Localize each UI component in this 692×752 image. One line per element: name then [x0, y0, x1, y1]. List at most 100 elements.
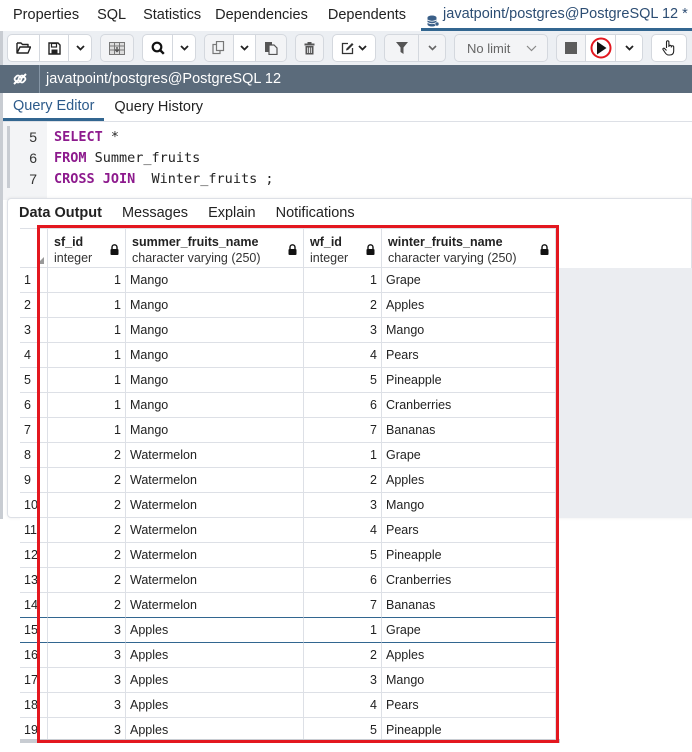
row-number[interactable]: 11: [20, 518, 48, 543]
cell-winter-fruits-name[interactable]: Bananas: [382, 418, 556, 443]
cell-winter-fruits-name[interactable]: Apples: [382, 293, 556, 318]
stop-button[interactable]: [557, 35, 586, 61]
table-row[interactable]: 8 2 Watermelon 1 Grape: [20, 443, 556, 468]
cell-summer-fruits-name[interactable]: Watermelon: [126, 593, 304, 618]
copy-dropdown-button[interactable]: [234, 35, 256, 61]
cell-sf-id[interactable]: 2: [48, 593, 126, 618]
cell-sf-id[interactable]: 3: [48, 693, 126, 718]
cell-summer-fruits-name[interactable]: Apples: [126, 618, 304, 643]
cell-winter-fruits-name[interactable]: Mango: [382, 668, 556, 693]
row-number[interactable]: 16: [20, 643, 48, 668]
cell-summer-fruits-name[interactable]: Mango: [126, 368, 304, 393]
column-header-summer-fruits-name[interactable]: summer_fruits_name character varying (250…: [126, 228, 304, 268]
cell-winter-fruits-name[interactable]: Grape: [382, 268, 556, 293]
filter-button[interactable]: [385, 35, 419, 61]
select-all-corner[interactable]: [20, 228, 48, 268]
cell-wf-id[interactable]: 2: [304, 643, 382, 668]
cell-summer-fruits-name[interactable]: Mango: [126, 268, 304, 293]
tab-query-history[interactable]: Query History: [104, 99, 213, 121]
row-number[interactable]: 18: [20, 693, 48, 718]
cell-wf-id[interactable]: 2: [304, 468, 382, 493]
column-header-winter-fruits-name[interactable]: winter_fruits_name character varying (250…: [382, 228, 556, 268]
cell-winter-fruits-name[interactable]: Cranberries: [382, 393, 556, 418]
table-row[interactable]: 3 1 Mango 3 Mango: [20, 318, 556, 343]
table-row[interactable]: 4 1 Mango 4 Pears: [20, 343, 556, 368]
cell-wf-id[interactable]: 3: [304, 493, 382, 518]
open-file-button[interactable]: [8, 35, 40, 61]
cell-sf-id[interactable]: 1: [48, 318, 126, 343]
column-header-wf-id[interactable]: wf_id integer: [304, 228, 382, 268]
table-row[interactable]: 7 1 Mango 7 Bananas: [20, 418, 556, 443]
cell-wf-id[interactable]: 4: [304, 693, 382, 718]
tab-dependents[interactable]: Dependents: [319, 0, 421, 31]
macros-button[interactable]: [652, 35, 686, 61]
connection-status-button[interactable]: [0, 65, 40, 93]
cell-sf-id[interactable]: 2: [48, 468, 126, 493]
cell-summer-fruits-name[interactable]: Mango: [126, 318, 304, 343]
cell-winter-fruits-name[interactable]: Mango: [382, 318, 556, 343]
tab-explain[interactable]: Explain: [208, 205, 256, 221]
cell-wf-id[interactable]: 7: [304, 418, 382, 443]
cell-sf-id[interactable]: 1: [48, 393, 126, 418]
table-row[interactable]: 16 3 Apples 2 Apples: [20, 643, 556, 668]
cell-summer-fruits-name[interactable]: Watermelon: [126, 568, 304, 593]
cell-winter-fruits-name[interactable]: Mango: [382, 493, 556, 518]
cell-wf-id[interactable]: 4: [304, 518, 382, 543]
column-header-sf-id[interactable]: sf_id integer: [48, 228, 126, 268]
table-row[interactable]: 17 3 Apples 3 Mango: [20, 668, 556, 693]
cell-wf-id[interactable]: 1: [304, 443, 382, 468]
cell-sf-id[interactable]: 3: [48, 643, 126, 668]
filter-dropdown-button[interactable]: [419, 35, 445, 61]
table-row[interactable]: 14 2 Watermelon 7 Bananas: [20, 593, 556, 618]
row-number[interactable]: 8: [20, 443, 48, 468]
cell-wf-id[interactable]: 4: [304, 343, 382, 368]
tab-dependencies[interactable]: Dependencies: [210, 0, 319, 31]
table-row[interactable]: 12 2 Watermelon 5 Pineapple: [20, 543, 556, 568]
tab-properties[interactable]: Properties: [0, 0, 85, 31]
cell-wf-id[interactable]: 1: [304, 268, 382, 293]
cell-sf-id[interactable]: 2: [48, 518, 126, 543]
row-limit-select[interactable]: No limit: [454, 34, 548, 62]
cell-winter-fruits-name[interactable]: Pears: [382, 343, 556, 368]
tab-query-tool[interactable]: javatpoint/postgres@PostgreSQL 12 *: [421, 0, 692, 31]
cell-wf-id[interactable]: 5: [304, 368, 382, 393]
table-row[interactable]: 5 1 Mango 5 Pineapple: [20, 368, 556, 393]
row-number[interactable]: 2: [20, 293, 48, 318]
table-row[interactable]: 18 3 Apples 4 Pears: [20, 693, 556, 718]
cell-winter-fruits-name[interactable]: Pineapple: [382, 543, 556, 568]
cell-wf-id[interactable]: 6: [304, 393, 382, 418]
save-dropdown-button[interactable]: [69, 35, 91, 61]
row-number[interactable]: 3: [20, 318, 48, 343]
cell-sf-id[interactable]: 2: [48, 443, 126, 468]
row-number[interactable]: 1: [20, 268, 48, 293]
cell-summer-fruits-name[interactable]: Apples: [126, 643, 304, 668]
save-file-button[interactable]: [40, 35, 69, 61]
row-number[interactable]: 17: [20, 668, 48, 693]
sql-editor[interactable]: 5 SELECT * 6 FROM Summer_fruits 7 CROSS …: [3, 122, 692, 200]
cell-summer-fruits-name[interactable]: Mango: [126, 343, 304, 368]
cell-wf-id[interactable]: 5: [304, 543, 382, 568]
cell-summer-fruits-name[interactable]: Mango: [126, 293, 304, 318]
tab-notifications[interactable]: Notifications: [276, 205, 355, 221]
cell-winter-fruits-name[interactable]: Bananas: [382, 593, 556, 618]
paste-button[interactable]: [256, 35, 286, 61]
row-number[interactable]: 9: [20, 468, 48, 493]
row-number[interactable]: 10: [20, 493, 48, 518]
execute-dropdown-button[interactable]: [616, 35, 642, 61]
cell-sf-id[interactable]: 1: [48, 343, 126, 368]
row-number[interactable]: 5: [20, 368, 48, 393]
cell-winter-fruits-name[interactable]: Grape: [382, 618, 556, 643]
find-dropdown-button[interactable]: [173, 35, 195, 61]
cell-sf-id[interactable]: 2: [48, 493, 126, 518]
cell-winter-fruits-name[interactable]: Cranberries: [382, 568, 556, 593]
cell-sf-id[interactable]: 3: [48, 618, 126, 643]
cell-winter-fruits-name[interactable]: Grape: [382, 443, 556, 468]
cell-sf-id[interactable]: 1: [48, 293, 126, 318]
row-number[interactable]: 12: [20, 543, 48, 568]
edit-data-button[interactable]: [101, 35, 133, 61]
delete-button[interactable]: [296, 35, 323, 61]
cell-sf-id[interactable]: 2: [48, 543, 126, 568]
tab-query-editor[interactable]: Query Editor: [3, 98, 105, 121]
tab-data-output[interactable]: Data Output: [19, 205, 102, 221]
cell-winter-fruits-name[interactable]: Pears: [382, 518, 556, 543]
